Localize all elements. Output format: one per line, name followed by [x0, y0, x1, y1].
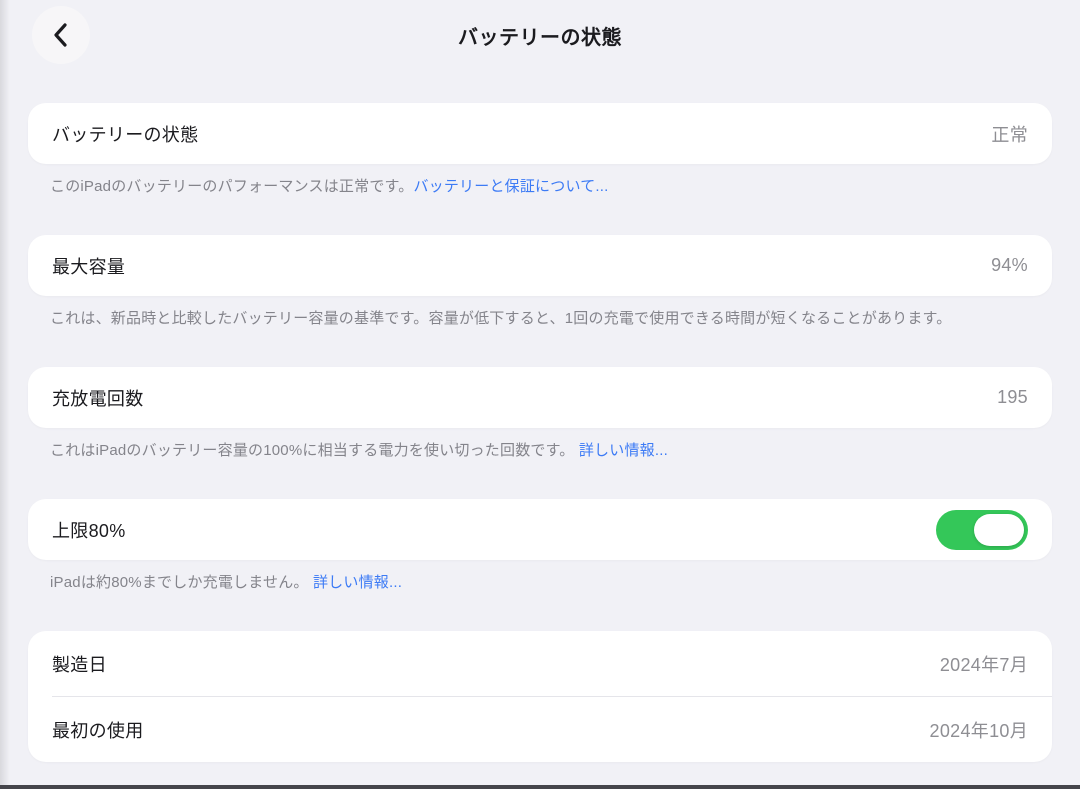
charge-limit-footnote: iPadは約80%までしか充電しません。 詳しい情報... [50, 572, 1030, 593]
battery-health-value: 正常 [991, 121, 1028, 147]
card-battery-health: バッテリーの状態 正常 [28, 103, 1052, 164]
max-capacity-value: 94% [991, 255, 1028, 276]
section-cycle-count: 充放電回数 195 これはiPadのバッテリー容量の100%に相当する電力を使い… [28, 367, 1052, 461]
first-use-value: 2024年10月 [930, 717, 1028, 743]
section-dates: 製造日 2024年7月 最初の使用 2024年10月 [28, 631, 1052, 762]
row-max-capacity: 最大容量 94% [28, 235, 1052, 296]
charge-limit-learn-more-link[interactable]: 詳しい情報... [313, 574, 402, 591]
card-dates: 製造日 2024年7月 最初の使用 2024年10月 [28, 631, 1052, 762]
cycle-count-footnote: これはiPadのバッテリー容量の100%に相当する電力を使い切った回数です。 詳… [50, 440, 1030, 461]
charge-limit-toggle[interactable] [936, 510, 1028, 550]
toggle-knob [974, 514, 1024, 546]
row-battery-health: バッテリーの状態 正常 [28, 103, 1052, 164]
row-manufacture-date: 製造日 2024年7月 [28, 631, 1052, 696]
photo-bottom-edge [0, 785, 1080, 789]
battery-health-footnote: このiPadのバッテリーのパフォーマンスは正常です。バッテリーと保証について..… [50, 176, 1030, 197]
card-cycle-count: 充放電回数 195 [28, 367, 1052, 428]
navigation-bar: バッテリーの状態 [0, 0, 1080, 70]
card-max-capacity: 最大容量 94% [28, 235, 1052, 296]
first-use-label: 最初の使用 [52, 717, 144, 743]
card-charge-limit: 上限80% [28, 499, 1052, 560]
battery-health-label: バッテリーの状態 [52, 121, 198, 147]
section-charge-limit: 上限80% iPadは約80%までしか充電しません。 詳しい情報... [28, 499, 1052, 593]
charge-limit-label: 上限80% [52, 517, 126, 543]
manufacture-date-label: 製造日 [52, 651, 107, 677]
max-capacity-footnote: これは、新品時と比較したバッテリー容量の基準です。容量が低下すると、1回の充電で… [50, 308, 1030, 329]
section-battery-health: バッテリーの状態 正常 このiPadのバッテリーのパフォーマンスは正常です。バッ… [28, 103, 1052, 197]
row-cycle-count: 充放電回数 195 [28, 367, 1052, 428]
cycle-count-label: 充放電回数 [52, 385, 144, 411]
row-first-use: 最初の使用 2024年10月 [28, 697, 1052, 762]
battery-health-settings: バッテリーの状態 正常 このiPadのバッテリーのパフォーマンスは正常です。バッ… [0, 70, 1080, 762]
footnote-text: これはiPadのバッテリー容量の100%に相当する電力を使い切った回数です。 [50, 442, 579, 459]
row-charge-limit: 上限80% [28, 499, 1052, 560]
page-title: バッテリーの状態 [0, 21, 1080, 50]
section-max-capacity: 最大容量 94% これは、新品時と比較したバッテリー容量の基準です。容量が低下す… [28, 235, 1052, 329]
manufacture-date-value: 2024年7月 [940, 651, 1028, 677]
footnote-text: iPadは約80%までしか充電しません。 [50, 574, 313, 591]
battery-warranty-link[interactable]: バッテリーと保証について... [413, 178, 608, 195]
footnote-text: このiPadのバッテリーのパフォーマンスは正常です。 [50, 178, 413, 195]
footnote-text: これは、新品時と比較したバッテリー容量の基準です。容量が低下すると、1回の充電で… [50, 310, 951, 327]
cycle-count-learn-more-link[interactable]: 詳しい情報... [579, 442, 668, 459]
cycle-count-value: 195 [997, 387, 1028, 408]
max-capacity-label: 最大容量 [52, 253, 125, 279]
